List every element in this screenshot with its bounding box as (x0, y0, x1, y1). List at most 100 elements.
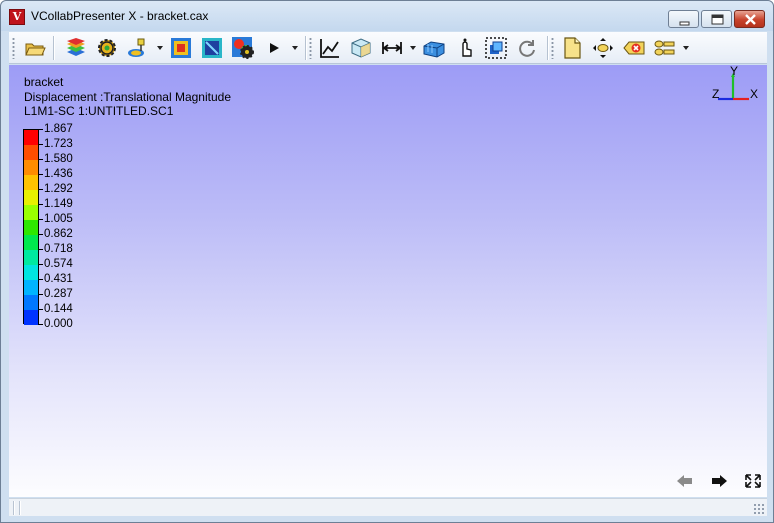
axis-x-label: X (750, 87, 759, 101)
case-label: L1M1-SC 1:UNTITLED.SC1 (24, 104, 174, 118)
contour-icon (171, 38, 191, 58)
legend-color-bar (23, 129, 39, 325)
legend-tick (38, 129, 43, 130)
legend-tick (38, 174, 43, 175)
legend-tick (38, 204, 43, 205)
legend-color-cell (24, 145, 38, 160)
legend-value-label: 1.867 (44, 123, 73, 135)
legend-value-label: 1.723 (44, 138, 73, 150)
cube-view-button[interactable] (349, 36, 373, 60)
legend-value-label: 0.144 (44, 303, 73, 315)
model-name: bracket (24, 75, 64, 89)
minimize-icon (679, 21, 690, 26)
legend-color-cell (24, 280, 38, 295)
probe-dropdown[interactable] (157, 46, 163, 50)
app-logo-icon: V (9, 9, 25, 25)
toolbar-grip-3[interactable] (551, 37, 554, 59)
main-toolbar (9, 32, 767, 64)
legend-value-label: 1.292 (44, 183, 73, 195)
legend-color-cell (24, 205, 38, 220)
maximize-icon (711, 14, 724, 25)
legend-tick (38, 309, 43, 310)
legend-color-cell (24, 310, 38, 325)
legend-color-cell (24, 220, 38, 235)
axis-y-label: Y (730, 65, 739, 78)
legend-value-label: 0.718 (44, 243, 73, 255)
legend-color-cell (24, 160, 38, 175)
new-document-icon (564, 37, 581, 59)
legend-color-cell (24, 295, 38, 310)
open-button[interactable] (23, 36, 47, 60)
views-icon (654, 40, 675, 56)
probe-button[interactable] (126, 36, 150, 60)
result-info: bracket Displacement :Translational Magn… (24, 75, 231, 119)
toolbar-grip[interactable] (12, 37, 15, 59)
layers-icon (67, 38, 85, 56)
legend-value-label: 1.149 (44, 198, 73, 210)
legend-value-label: 0.287 (44, 288, 73, 300)
legend-value-label: 0.000 (44, 318, 73, 330)
graph-button[interactable] (318, 36, 342, 60)
legend-color-cell (24, 235, 38, 250)
legend-tick (38, 264, 43, 265)
legend-value-label: 0.862 (44, 228, 73, 240)
refresh-button[interactable] (515, 36, 539, 60)
clear-icon (623, 41, 645, 55)
resize-grip[interactable] (753, 503, 765, 515)
fullscreen-icon (745, 474, 761, 488)
model-button[interactable] (422, 36, 446, 60)
legend-value-label: 1.580 (44, 153, 73, 165)
settings-gear-icon (98, 39, 116, 57)
legend-tick (38, 159, 43, 160)
pick-button[interactable] (453, 36, 477, 60)
legend-tick (38, 249, 43, 250)
results-settings-button[interactable] (231, 36, 255, 60)
legend-color-cell (24, 190, 38, 205)
status-bar (9, 498, 767, 516)
arrow-right-icon (712, 475, 727, 487)
contour-button[interactable] (169, 36, 193, 60)
maximize-button[interactable] (701, 10, 732, 28)
model-icon (423, 41, 445, 58)
measure-dropdown[interactable] (410, 46, 416, 50)
legend-color-cell (24, 250, 38, 265)
legend-color-cell (24, 265, 38, 280)
fringe-icon (202, 38, 222, 58)
previous-button[interactable] (675, 473, 695, 489)
pan-button[interactable] (591, 36, 615, 60)
measure-icon (382, 42, 402, 54)
settings-button[interactable] (95, 36, 119, 60)
graph-icon (320, 39, 339, 58)
minimize-button[interactable] (668, 10, 699, 28)
legend-tick (38, 234, 43, 235)
3d-viewport[interactable]: bracket Displacement :Translational Magn… (9, 65, 767, 497)
legend-tick (38, 144, 43, 145)
fullscreen-button[interactable] (743, 473, 763, 489)
result-label: Displacement :Translational Magnitude (24, 89, 231, 104)
new-document-button[interactable] (560, 36, 584, 60)
fringe-button[interactable] (200, 36, 224, 60)
play-dropdown[interactable] (292, 46, 298, 50)
clear-button[interactable] (622, 36, 646, 60)
select-box-button[interactable] (484, 36, 508, 60)
legend-color-cell (24, 175, 38, 190)
axis-triad: Y X Z (711, 65, 761, 109)
close-icon (745, 14, 756, 25)
views-dropdown[interactable] (683, 46, 689, 50)
legend-color-cell (24, 130, 38, 145)
layers-button[interactable] (64, 36, 88, 60)
next-button[interactable] (709, 473, 729, 489)
arrow-left-icon (677, 475, 692, 487)
measure-button[interactable] (380, 36, 404, 60)
results-gear-icon (232, 37, 254, 59)
probe-icon (128, 38, 145, 57)
close-button[interactable] (734, 10, 765, 28)
window-title: VCollabPresenter X - bracket.cax (31, 9, 209, 23)
views-button[interactable] (653, 36, 677, 60)
toolbar-grip-2[interactable] (309, 37, 312, 59)
color-legend[interactable]: 1.867 1.723 1.580 1.436 1.292 1.149 1.005 0.862… (23, 123, 93, 330)
play-button[interactable] (262, 36, 286, 60)
select-box-icon (485, 37, 507, 59)
open-folder-icon (25, 43, 46, 56)
title-bar: V VCollabPresenter X - bracket.cax (1, 1, 773, 31)
